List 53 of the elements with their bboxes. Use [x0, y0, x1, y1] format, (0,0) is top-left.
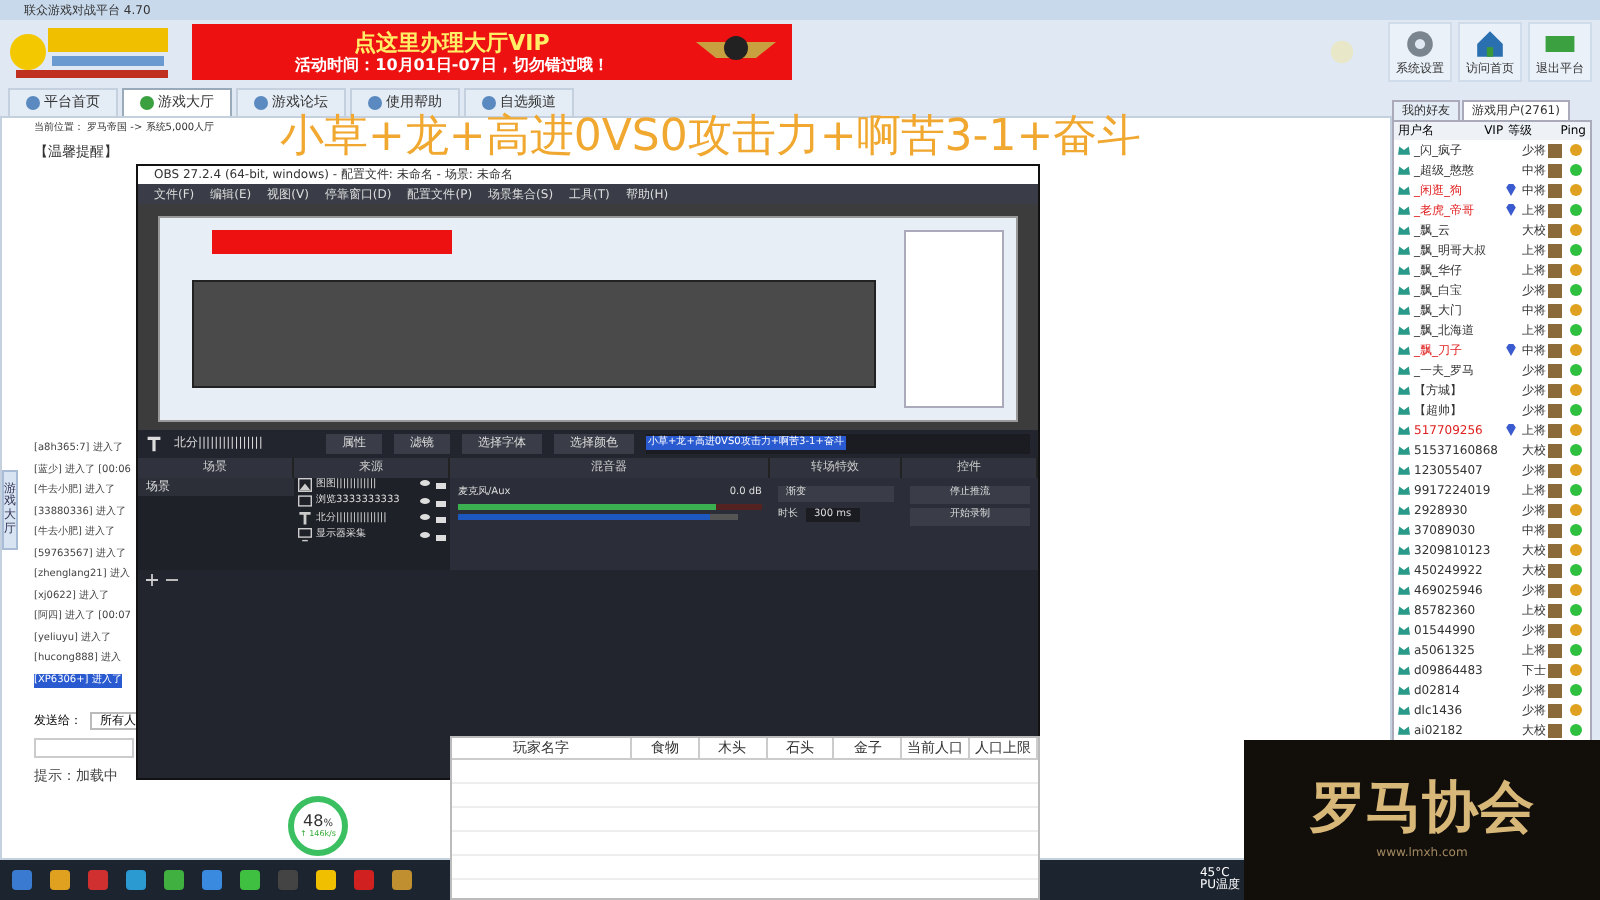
- gear-icon: [1404, 27, 1436, 59]
- box-icon: [1548, 243, 1562, 257]
- tab-icon: [140, 96, 154, 110]
- tab-icon: [26, 96, 40, 110]
- box-icon: [1548, 583, 1562, 597]
- box-icon: [1548, 183, 1562, 197]
- logo-text: 罗马协会: [1310, 779, 1534, 835]
- text-icon: [298, 511, 312, 526]
- banner-headline: 点这里办理大厅VIP: [354, 31, 550, 53]
- stream-overlay-text: 小草+龙+高进0VS0攻击力+啊苦3-1+奋斗: [280, 116, 1142, 160]
- box-icon: [1548, 523, 1562, 537]
- remove-icon: [166, 573, 178, 585]
- house-icon: [1474, 27, 1506, 59]
- volume-slider[interactable]: [458, 514, 738, 520]
- box-icon: [1548, 603, 1562, 617]
- box-icon: [1548, 163, 1562, 177]
- box-icon: [1548, 143, 1562, 157]
- tab-icon: [254, 96, 268, 110]
- box-icon: [1548, 543, 1562, 557]
- box-icon: [1548, 663, 1562, 677]
- box-icon: [1548, 703, 1562, 717]
- box-icon: [1548, 463, 1562, 477]
- box-icon: [1548, 723, 1562, 737]
- message-input[interactable]: [34, 738, 134, 758]
- box-icon: [1548, 383, 1562, 397]
- monitor-icon: [298, 528, 312, 543]
- text-source-icon: [146, 435, 162, 451]
- diamond-icon: [1503, 344, 1517, 356]
- box-icon: [1548, 363, 1562, 377]
- box-icon: [1548, 203, 1562, 217]
- box-icon: [1548, 623, 1562, 637]
- box-icon: [1548, 443, 1562, 457]
- tab-icon: [368, 96, 382, 110]
- diamond-icon: [1503, 424, 1517, 436]
- box-icon: [1548, 263, 1562, 277]
- box-icon: [1548, 323, 1562, 337]
- image-icon: [298, 477, 312, 492]
- box-icon: [1548, 303, 1562, 317]
- add-icon: [146, 573, 158, 585]
- box-icon: [1548, 483, 1562, 497]
- box-icon: [1548, 343, 1562, 357]
- box-icon: [1548, 223, 1562, 237]
- box-icon: [1548, 683, 1562, 697]
- box-icon: [1548, 283, 1562, 297]
- tab-icon: [482, 96, 496, 110]
- box-icon: [1548, 563, 1562, 577]
- banner-subline: 活动时间：10月01日-07日，切勿错过哦！: [295, 57, 609, 73]
- box-icon: [1548, 503, 1562, 517]
- box-icon: [1548, 423, 1562, 437]
- window-icon: [298, 494, 312, 509]
- vip-banner[interactable]: 点这里办理大厅VIP 活动时间：10月01日-07日，切勿错过哦！: [192, 24, 792, 80]
- box-icon: [1548, 643, 1562, 657]
- box-icon: [1548, 403, 1562, 417]
